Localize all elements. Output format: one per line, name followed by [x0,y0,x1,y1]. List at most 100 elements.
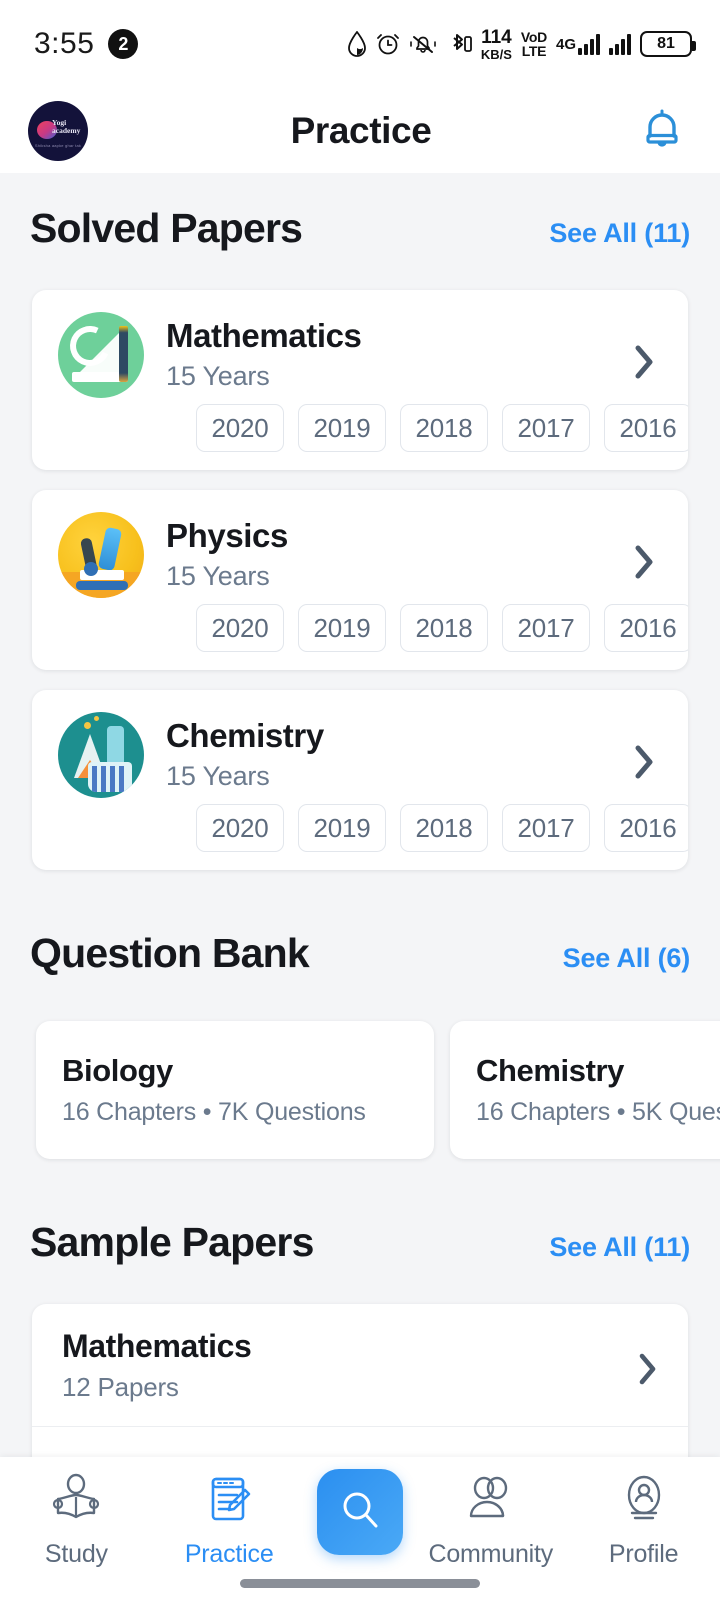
search-icon [335,1485,385,1540]
status-bar-left: 3:55 2 [34,27,139,61]
person-circle-icon [615,1471,673,1534]
chevron-right-icon[interactable] [634,744,656,785]
year-chip[interactable]: 2019 [298,404,386,452]
subject-name: Chemistry [166,717,324,755]
question-bank-meta: 16 Chapters • 5K Questions [476,1098,720,1126]
subject-years: 15 Years [166,360,270,391]
network-type-label: 4G [555,36,576,53]
network-speed-value: 114 [481,26,512,48]
card-text: Mathematics 15 Years [166,317,362,392]
page-title: Practice [290,109,432,151]
question-bank-header: Question Bank See All (6) [0,930,720,977]
question-bank-card-biology[interactable]: Biology 16 Chapters • 7K Questions [36,1021,434,1159]
card-text: Chemistry 15 Years [166,717,324,792]
year-chip[interactable]: 2017 [502,804,590,852]
bottom-navigation-bar: Study Practice Community Profile [0,1457,720,1600]
nav-label-profile: Profile [608,1540,679,1568]
year-chip[interactable]: 2019 [298,804,386,852]
solved-paper-card-chemistry[interactable]: Chemistry 15 Years 2020 2019 2018 2017 2… [32,690,688,870]
subject-name: Physics [166,517,288,555]
question-bank-subject: Chemistry [476,1053,625,1088]
battery-level-label: 81 [657,35,675,52]
chevron-right-icon[interactable] [634,544,656,585]
nav-item-community[interactable]: Community [426,1471,556,1569]
bluetooth-icon [446,31,472,57]
year-chip[interactable]: 2019 [298,604,386,652]
year-chip[interactable]: 2017 [502,404,590,452]
microscope-icon [58,512,144,598]
year-chip-list[interactable]: 2020 2019 2018 2017 2016 [32,404,688,452]
mobile-signal-primary: 4G [556,33,600,55]
year-chip[interactable]: 2020 [196,404,284,452]
solved-paper-card-mathematics[interactable]: Mathematics 15 Years 2020 2019 2018 2017… [32,290,688,470]
signal-bars-secondary-icon [609,33,631,55]
nav-item-study[interactable]: Study [11,1471,141,1569]
volte-icon: VoD LTE [520,28,547,59]
math-tools-icon [58,312,144,398]
logo-tagline: Shiksha aapke ghar tak [34,142,82,148]
water-drop-icon [347,31,367,57]
year-chip[interactable]: 2016 [604,404,688,452]
sample-paper-row-next[interactable] [32,1427,688,1457]
see-all-sample-papers[interactable]: See All (11) [549,1232,690,1263]
document-pencil-icon [200,1471,258,1534]
app-logo[interactable]: Yogi academy Shiksha aapke ghar tak [28,100,88,161]
nav-label-practice: Practice [184,1540,274,1568]
card-text: Physics 15 Years [166,517,288,592]
year-chip-list[interactable]: 2020 2019 2018 2017 2016 [32,804,688,852]
question-bank-list[interactable]: Biology 16 Chapters • 7K Questions Chemi… [0,1021,720,1159]
home-indicator [240,1579,480,1588]
nav-item-profile[interactable]: Profile [579,1471,709,1569]
sample-paper-meta: 12 Papers [62,1371,179,1402]
people-icon [462,1471,520,1534]
section-title-solved-papers: Solved Papers [30,205,303,251]
status-bar-right: 114 KB/S VoD LTE 4G 81 [347,28,696,61]
subject-years: 15 Years [166,760,270,791]
nav-label-community: Community [428,1540,554,1568]
app-screen: 3:55 2 114 KB/S VoD LTE 4G 81 Yogi acade… [0,0,720,1600]
section-title-question-bank: Question Bank [30,930,310,976]
chevron-right-icon[interactable] [634,344,656,385]
question-bank-meta: 16 Chapters • 7K Questions [62,1098,366,1126]
volte-line-2: LTE [521,43,547,59]
status-bar: 3:55 2 114 KB/S VoD LTE 4G 81 [0,0,720,88]
signal-bars-icon [578,33,600,55]
card-header: Physics 15 Years [32,490,688,598]
notification-bell-button[interactable] [634,103,690,159]
year-chip[interactable]: 2018 [400,604,488,652]
search-button[interactable] [316,1469,403,1555]
question-bank-card-chemistry[interactable]: Chemistry 16 Chapters • 5K Questions [450,1021,720,1159]
solved-paper-card-physics[interactable]: Physics 15 Years 2020 2019 2018 2017 201… [32,490,688,670]
subject-name: Mathematics [166,317,362,355]
scroll-content[interactable]: Solved Papers See All (11) Mathematics 1… [0,173,720,1457]
chevron-right-icon[interactable] [638,1352,658,1391]
volte-line-1: VoD [520,28,547,45]
year-chip[interactable]: 2016 [604,804,688,852]
nav-label-study: Study [44,1540,108,1568]
lab-flask-icon [58,712,144,798]
year-chip[interactable]: 2016 [604,604,688,652]
nav-item-practice[interactable]: Practice [164,1471,294,1569]
network-speed-unit: KB/S [480,46,512,62]
year-chip[interactable]: 2018 [400,804,488,852]
solved-papers-header: Solved Papers See All (11) [0,205,720,252]
year-chip[interactable]: 2020 [196,604,284,652]
network-speed-indicator: 114 KB/S [481,28,512,61]
sample-paper-subject: Mathematics [62,1327,252,1364]
year-chip[interactable]: 2017 [502,604,590,652]
notification-count-badge: 2 [108,29,139,59]
clock: 3:55 [34,27,95,60]
open-book-icon [47,1471,105,1534]
card-header: Chemistry 15 Years [32,690,688,798]
bell-icon [637,103,687,158]
sample-paper-row-mathematics[interactable]: Mathematics 12 Papers [32,1304,688,1426]
year-chip-list[interactable]: 2020 2019 2018 2017 2016 [32,604,688,652]
sample-papers-header: Sample Papers See All (11) [0,1219,720,1266]
year-chip[interactable]: 2018 [400,404,488,452]
see-all-question-bank[interactable]: See All (6) [563,943,691,974]
sample-papers-list[interactable]: Mathematics 12 Papers [32,1304,688,1457]
card-header: Mathematics 15 Years [32,290,688,398]
battery-indicator: 81 [640,31,696,57]
see-all-solved-papers[interactable]: See All (11) [549,218,690,249]
year-chip[interactable]: 2020 [196,804,284,852]
